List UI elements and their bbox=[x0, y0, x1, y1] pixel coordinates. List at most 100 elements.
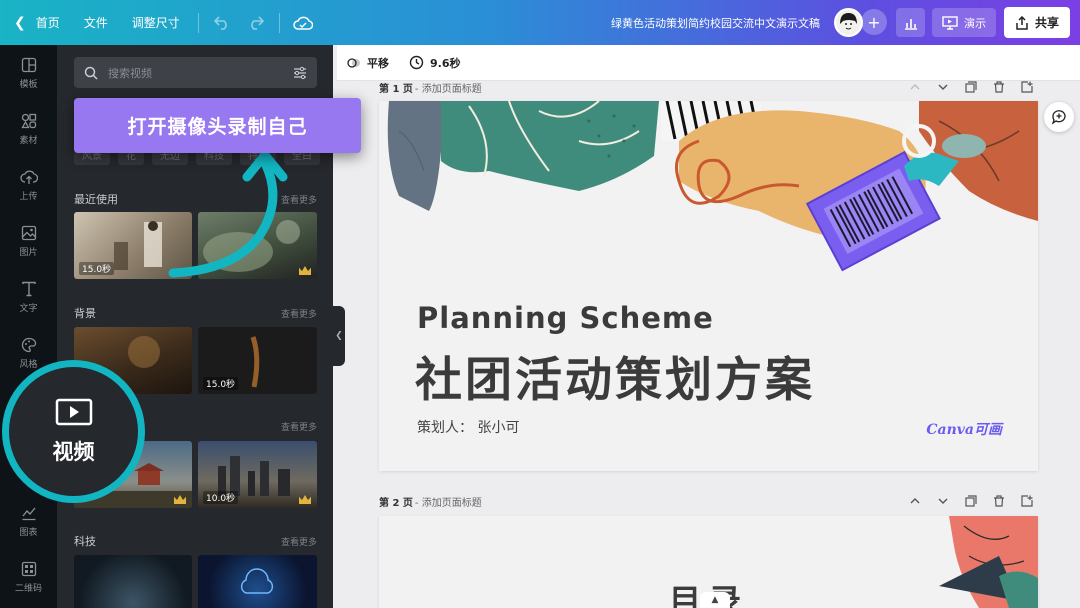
chevron-up-icon: ▲ bbox=[711, 595, 719, 605]
add-page-icon[interactable] bbox=[1019, 79, 1035, 95]
video-thumbnail[interactable]: 10.0秒 bbox=[198, 441, 317, 508]
undo-icon[interactable] bbox=[209, 10, 235, 36]
document-title[interactable]: 绿黄色活动策划简约校园交流中文演示文稿 bbox=[560, 15, 820, 31]
collapse-panel-button[interactable]: ❮ bbox=[333, 306, 345, 366]
cloud-icon bbox=[240, 568, 274, 594]
duration-label: 9.6秒 bbox=[430, 56, 461, 70]
rail-item-uploads[interactable]: 上传 bbox=[0, 157, 57, 213]
slide-1[interactable]: Planning Scheme 社团活动策划方案 策划人： 张小可 Canva可… bbox=[379, 101, 1038, 471]
see-more-link[interactable]: 查看更多 bbox=[281, 535, 317, 548]
rail-item-charts[interactable]: 图表 bbox=[0, 493, 57, 549]
transition-icon bbox=[347, 57, 360, 68]
section-title-recent: 最近使用 bbox=[74, 193, 118, 206]
search-input[interactable]: 搜索视频 bbox=[74, 57, 317, 88]
duration-badge: 15.0秒 bbox=[203, 377, 239, 390]
search-placeholder: 搜索视频 bbox=[108, 66, 152, 80]
duplicate-page-icon[interactable] bbox=[963, 493, 979, 509]
add-page-icon[interactable] bbox=[1019, 493, 1035, 509]
page-header: 第 1 页 - 添加页面标题 bbox=[379, 77, 1039, 97]
resize-menu[interactable]: 调整尺寸 bbox=[120, 0, 192, 45]
rail-item-text[interactable]: 文字 bbox=[0, 269, 57, 325]
rail-label: 图片 bbox=[19, 247, 38, 258]
rail-label: 文字 bbox=[19, 303, 38, 314]
redo-icon[interactable] bbox=[243, 10, 269, 36]
video-thumbnail[interactable] bbox=[74, 555, 192, 608]
rail-item-elements[interactable]: 素材 bbox=[0, 101, 57, 157]
duration-badge: 15.0秒 bbox=[79, 262, 115, 275]
filter-icon[interactable] bbox=[293, 66, 307, 80]
avatar[interactable] bbox=[834, 8, 863, 37]
section-title-tech: 科技 bbox=[74, 535, 96, 548]
rail-item-photos[interactable]: 图片 bbox=[0, 213, 57, 269]
plus-icon: + bbox=[867, 12, 881, 32]
video-thumbnail[interactable]: 15.0秒 bbox=[198, 327, 317, 394]
chevron-up-icon[interactable] bbox=[907, 493, 923, 509]
palette-icon bbox=[21, 337, 36, 352]
video-label: 视频 bbox=[52, 439, 95, 464]
rail-label: 上传 bbox=[19, 191, 38, 202]
share-label: 共享 bbox=[1034, 16, 1059, 30]
slide-author[interactable]: 策划人： 张小可 bbox=[417, 417, 519, 437]
see-more-link[interactable]: 查看更多 bbox=[281, 307, 317, 320]
page-header: 第 2 页 - 添加页面标题 bbox=[379, 491, 1039, 511]
rail-item-templates[interactable]: 模板 bbox=[0, 45, 57, 101]
add-page-title[interactable]: - 添加页面标题 bbox=[415, 80, 482, 95]
chevron-down-icon[interactable] bbox=[935, 493, 951, 509]
present-label: 演示 bbox=[964, 16, 986, 30]
video-thumbnail[interactable] bbox=[198, 555, 317, 608]
duplicate-page-icon[interactable] bbox=[963, 79, 979, 95]
cloud-saved-icon[interactable] bbox=[290, 10, 316, 36]
chevron-down-icon[interactable] bbox=[935, 79, 951, 95]
see-more-link[interactable]: 查看更多 bbox=[281, 420, 317, 433]
divider bbox=[197, 12, 199, 33]
tutorial-arrow bbox=[168, 150, 288, 278]
add-comment-button[interactable] bbox=[1044, 102, 1074, 132]
canva-logo: Canva可画 bbox=[926, 422, 1002, 438]
insights-button[interactable] bbox=[896, 8, 925, 37]
page-number: 第 2 页 bbox=[379, 497, 413, 509]
chevron-up-icon[interactable] bbox=[907, 79, 923, 95]
transition-button[interactable]: 平移 bbox=[347, 55, 389, 71]
top-bar: ❮ 首页 文件 调整尺寸 绿黄色活动策划简约校园交流中文演示文稿 + 演示 共享 bbox=[0, 0, 1080, 45]
video-highlight[interactable]: 视频 bbox=[2, 360, 145, 503]
divider bbox=[278, 12, 280, 33]
file-menu[interactable]: 文件 bbox=[72, 0, 120, 45]
layout-icon bbox=[21, 57, 36, 72]
rail-item-qrcode[interactable]: 二维码 bbox=[0, 549, 57, 605]
canvas-toolbar: 平移 9.6秒 bbox=[337, 45, 1080, 81]
present-icon bbox=[942, 15, 958, 30]
file-label: 文件 bbox=[83, 16, 108, 30]
present-button[interactable]: 演示 bbox=[932, 8, 996, 37]
share-icon bbox=[1016, 15, 1028, 30]
resize-label: 调整尺寸 bbox=[131, 16, 180, 30]
rail-label: 风格 bbox=[19, 359, 38, 370]
share-button[interactable]: 共享 bbox=[1004, 7, 1070, 38]
slide-title-en[interactable]: Planning Scheme bbox=[417, 301, 714, 335]
delete-page-icon[interactable] bbox=[991, 79, 1007, 95]
section-title-background: 背景 bbox=[74, 307, 96, 320]
bar-chart-icon bbox=[904, 18, 917, 30]
page-number: 第 1 页 bbox=[379, 83, 413, 95]
timing-button[interactable]: 9.6秒 bbox=[409, 55, 461, 71]
add-page-title[interactable]: - 添加页面标题 bbox=[415, 494, 482, 509]
text-icon bbox=[21, 281, 36, 296]
left-rail: 模板 素材 上传 图片 文字 风格 图表 二维码 bbox=[0, 45, 57, 608]
rail-label: 二维码 bbox=[14, 583, 42, 594]
home-button[interactable]: ❮ 首页 bbox=[0, 0, 72, 45]
record-camera-button[interactable]: 打开摄像头录制自己 bbox=[74, 98, 361, 153]
duration-badge: 10.0秒 bbox=[203, 491, 239, 504]
delete-page-icon[interactable] bbox=[991, 493, 1007, 509]
rail-label: 图表 bbox=[19, 527, 38, 538]
qr-icon bbox=[21, 561, 36, 576]
slide-title-cn[interactable]: 社团活动策划方案 bbox=[415, 341, 815, 410]
home-label: 首页 bbox=[35, 16, 60, 30]
show-pages-button[interactable]: ▲ bbox=[700, 592, 730, 608]
chart-icon bbox=[21, 507, 35, 520]
video-icon bbox=[55, 398, 92, 425]
comment-plus-icon bbox=[1051, 110, 1066, 125]
add-collaborator-button[interactable]: + bbox=[861, 9, 887, 35]
shapes-icon bbox=[20, 113, 36, 128]
chevron-left-icon: ❮ bbox=[14, 14, 26, 31]
slide-artwork bbox=[387, 101, 1038, 272]
search-icon bbox=[84, 66, 98, 80]
